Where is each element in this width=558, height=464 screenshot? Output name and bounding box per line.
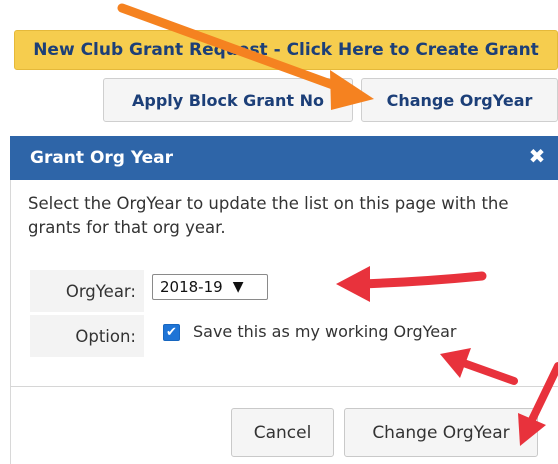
- orgyear-select[interactable]: 2018-19 ▼: [152, 274, 268, 300]
- dialog-border: [10, 180, 11, 464]
- orgyear-label-text: OrgYear:: [65, 281, 136, 301]
- red-arrow-icon: [440, 348, 518, 385]
- dialog-header: Grant Org Year: [10, 136, 558, 180]
- dropdown-arrow-icon: ▼: [232, 279, 244, 295]
- red-arrow-icon: [336, 266, 487, 302]
- cancel-button-label: Cancel: [253, 422, 312, 443]
- change-orgyear-toolbar-label: Change OrgYear: [386, 90, 533, 110]
- checkmark-icon: ✔: [166, 325, 177, 340]
- apply-block-grant-label: Apply Block Grant No: [132, 90, 324, 110]
- close-icon[interactable]: ✖: [526, 145, 548, 167]
- apply-block-grant-button[interactable]: Apply Block Grant No: [103, 78, 353, 122]
- orgyear-label: OrgYear:: [30, 270, 144, 312]
- option-label-text: Option:: [75, 326, 136, 346]
- save-working-orgyear-label[interactable]: Save this as my working OrgYear: [193, 322, 456, 341]
- cancel-button[interactable]: Cancel: [231, 408, 334, 457]
- dialog-description: Select the OrgYear to update the list on…: [28, 194, 509, 237]
- save-working-orgyear-checkbox[interactable]: ✔: [163, 324, 180, 341]
- orgyear-select-value: 2018-19: [160, 278, 223, 296]
- new-grant-button-label: New Club Grant Request - Click Here to C…: [33, 40, 539, 60]
- change-orgyear-toolbar-button[interactable]: Change OrgYear: [361, 78, 558, 122]
- new-grant-button[interactable]: New Club Grant Request - Click Here to C…: [14, 30, 558, 70]
- change-orgyear-button-label: Change OrgYear: [372, 422, 510, 443]
- dialog-footer-divider: [10, 386, 558, 387]
- dialog-title: Grant Org Year: [30, 148, 174, 168]
- change-orgyear-button[interactable]: Change OrgYear: [344, 408, 538, 457]
- option-label: Option:: [30, 315, 144, 357]
